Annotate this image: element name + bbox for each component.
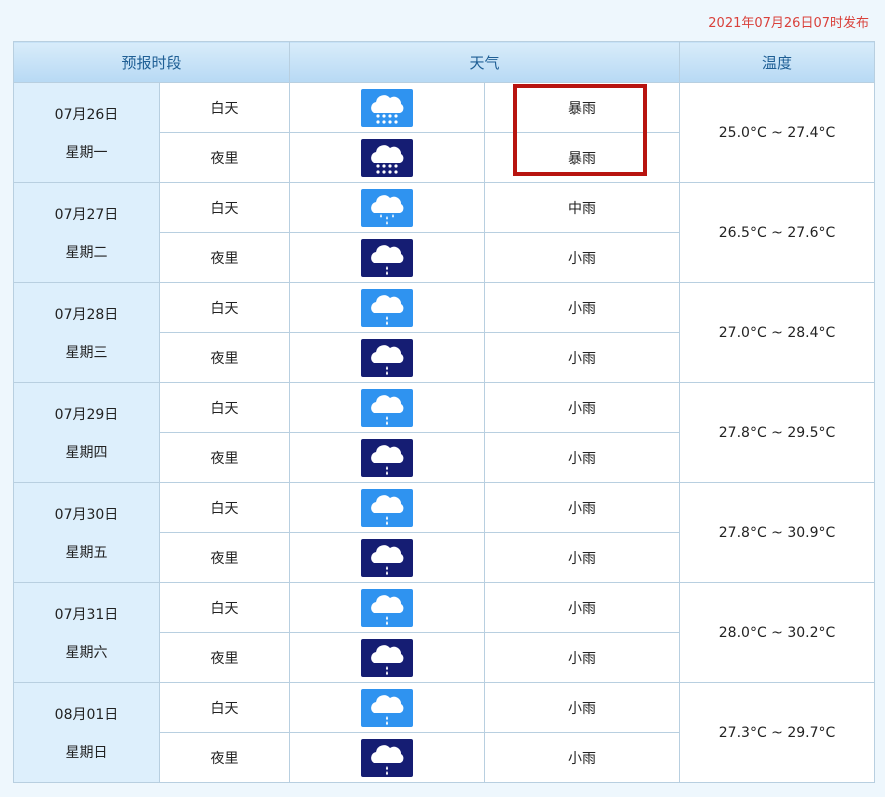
period-day: 白天 bbox=[158, 482, 291, 533]
weather-text: 小雨 bbox=[484, 432, 681, 483]
temp-range: 27.8°C ~ 29.5°C bbox=[679, 382, 876, 483]
weather-text: 小雨 bbox=[484, 232, 681, 283]
weather-icon-cell bbox=[289, 632, 486, 683]
date-cell: 07月26日 星期一 bbox=[13, 82, 160, 183]
weather-text: 中雨 bbox=[484, 182, 681, 233]
weather-text: 小雨 bbox=[484, 282, 681, 333]
weekday-label: 星期一 bbox=[65, 144, 108, 161]
date-label: 07月29日 bbox=[54, 406, 119, 423]
period-day: 白天 bbox=[158, 182, 291, 233]
weather-text: 小雨 bbox=[484, 382, 681, 433]
period-night: 夜里 bbox=[158, 432, 291, 483]
date-cell: 08月01日 星期日 bbox=[13, 682, 160, 783]
temp-range: 27.3°C ~ 29.7°C bbox=[679, 682, 876, 783]
weather-icon-cell bbox=[289, 132, 486, 183]
weather-icon-cell bbox=[289, 82, 486, 133]
date-label: 07月26日 bbox=[54, 106, 119, 123]
light-rain-icon bbox=[361, 538, 414, 577]
date-cell: 07月27日 星期二 bbox=[13, 182, 160, 283]
date-label: 07月30日 bbox=[54, 506, 119, 523]
day-row: 07月30日 星期五 白天 小雨 27.8°C ~ 30.9°C bbox=[13, 482, 876, 583]
date-label: 07月27日 bbox=[54, 206, 119, 223]
day-row: 07月26日 星期一 白天 暴雨 25.0°C ~ 27.4°C bbox=[13, 82, 876, 183]
day-row: 07月29日 星期四 白天 小雨 27.8°C ~ 29.5°C bbox=[13, 382, 876, 483]
light-rain-icon bbox=[361, 738, 414, 777]
date-label: 08月01日 bbox=[54, 706, 119, 723]
weekday-label: 星期三 bbox=[65, 344, 108, 361]
forecast-table: 预报时段 天气 温度 07月26日 星期一 白天 暴雨 25.0°C ~ 27.… bbox=[12, 41, 876, 783]
header-weather: 天气 bbox=[289, 41, 681, 83]
day-row: 08月01日 星期日 白天 小雨 27.3°C ~ 29.7°C bbox=[13, 682, 876, 783]
header-row: 预报时段 天气 温度 bbox=[12, 41, 876, 83]
period-night: 夜里 bbox=[158, 332, 291, 383]
period-night: 夜里 bbox=[158, 232, 291, 283]
heavy-rain-icon bbox=[361, 88, 414, 127]
period-day: 白天 bbox=[158, 382, 291, 433]
weekday-label: 星期六 bbox=[65, 644, 108, 661]
weather-text: 小雨 bbox=[484, 482, 681, 533]
weekday-label: 星期二 bbox=[65, 244, 108, 261]
weekday-label: 星期四 bbox=[65, 444, 108, 461]
moderate-rain-icon bbox=[361, 188, 414, 227]
header-period: 预报时段 bbox=[12, 41, 291, 83]
period-day: 白天 bbox=[158, 682, 291, 733]
period-day: 白天 bbox=[158, 282, 291, 333]
light-rain-icon bbox=[361, 338, 414, 377]
light-rain-icon bbox=[361, 588, 414, 627]
light-rain-icon bbox=[361, 688, 414, 727]
temp-range: 27.0°C ~ 28.4°C bbox=[679, 282, 876, 383]
light-rain-icon bbox=[361, 438, 414, 477]
light-rain-icon bbox=[361, 288, 414, 327]
heavy-rain-icon bbox=[361, 138, 414, 177]
date-cell: 07月31日 星期六 bbox=[13, 582, 160, 683]
date-cell: 07月29日 星期四 bbox=[13, 382, 160, 483]
weather-icon-cell bbox=[289, 682, 486, 733]
period-night: 夜里 bbox=[158, 632, 291, 683]
weekday-label: 星期日 bbox=[65, 744, 108, 761]
period-night: 夜里 bbox=[158, 532, 291, 583]
header-temp: 温度 bbox=[679, 41, 876, 83]
day-row: 07月28日 星期三 白天 小雨 27.0°C ~ 28.4°C bbox=[13, 282, 876, 383]
date-label: 07月31日 bbox=[54, 606, 119, 623]
day-row: 07月31日 星期六 白天 小雨 28.0°C ~ 30.2°C bbox=[13, 582, 876, 683]
weather-text: 小雨 bbox=[484, 632, 681, 683]
date-cell: 07月28日 星期三 bbox=[13, 282, 160, 383]
weather-text: 暴雨 bbox=[484, 132, 681, 183]
period-day: 白天 bbox=[158, 82, 291, 133]
weather-icon-cell bbox=[289, 182, 486, 233]
temp-range: 28.0°C ~ 30.2°C bbox=[679, 582, 876, 683]
weather-icon-cell bbox=[289, 382, 486, 433]
weather-text: 小雨 bbox=[484, 332, 681, 383]
period-night: 夜里 bbox=[158, 732, 291, 783]
temp-range: 27.8°C ~ 30.9°C bbox=[679, 482, 876, 583]
light-rain-icon bbox=[361, 388, 414, 427]
weather-icon-cell bbox=[289, 732, 486, 783]
weather-icon-cell bbox=[289, 532, 486, 583]
light-rain-icon bbox=[361, 488, 414, 527]
weather-icon-cell bbox=[289, 482, 486, 533]
publish-time: 2021年07月26日07时发布 bbox=[708, 16, 869, 31]
weather-text: 小雨 bbox=[484, 532, 681, 583]
day-row: 07月27日 星期二 白天 中雨 26.5°C ~ 27.6°C bbox=[13, 182, 876, 283]
light-rain-icon bbox=[361, 238, 414, 277]
weather-text: 小雨 bbox=[484, 682, 681, 733]
weather-icon-cell bbox=[289, 332, 486, 383]
weather-icon-cell bbox=[289, 582, 486, 633]
weather-text: 暴雨 bbox=[484, 82, 681, 133]
weather-icon-cell bbox=[289, 232, 486, 283]
weather-icon-cell bbox=[289, 282, 486, 333]
weather-icon-cell bbox=[289, 432, 486, 483]
date-cell: 07月30日 星期五 bbox=[13, 482, 160, 583]
weather-text: 小雨 bbox=[484, 582, 681, 633]
weekday-label: 星期五 bbox=[65, 544, 108, 561]
date-label: 07月28日 bbox=[54, 306, 119, 323]
period-night: 夜里 bbox=[158, 132, 291, 183]
light-rain-icon bbox=[361, 638, 414, 677]
weather-text: 小雨 bbox=[484, 732, 681, 783]
temp-range: 26.5°C ~ 27.6°C bbox=[679, 182, 876, 283]
temp-range: 25.0°C ~ 27.4°C bbox=[679, 82, 876, 183]
period-day: 白天 bbox=[158, 582, 291, 633]
